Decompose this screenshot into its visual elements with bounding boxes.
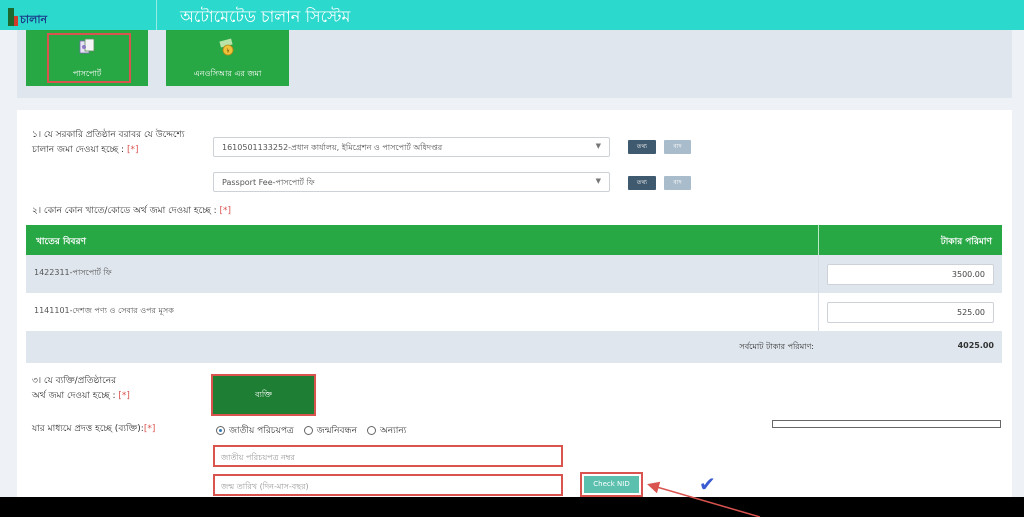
fees-table-header: খাতের বিবরণ টাকার পরিমাণ — [26, 225, 1002, 255]
row-description: 1422311-পাসপোর্ট ফি — [34, 268, 112, 277]
total-label: সর্বমোট টাকার পরিমাণ: — [739, 342, 814, 351]
tile-ncr-deposit[interactable]: ৳ এনওসিআর এর জমা — [166, 30, 289, 86]
col-header-amount: টাকার পরিমাণ — [940, 237, 992, 247]
office-info-button[interactable]: তথ্য — [628, 140, 656, 154]
empty-field[interactable] — [772, 420, 1001, 428]
date-of-birth-input[interactable]: জন্ম তারিখ (দিন-মাস-বছর) — [213, 474, 563, 496]
top-bar: চালান অটোমেটেড চালান সিস্টেম — [0, 0, 1024, 30]
office-remove-button[interactable]: বাদ — [664, 140, 691, 154]
q1-label-line2: চালান জমা দেওয়া হচ্ছে : [*] — [32, 145, 139, 155]
q1-label-line1: ১। যে সরকারি প্রতিষ্ঠান বরাবর যে উদ্দেশ্… — [32, 130, 185, 140]
required-mark: [*] — [126, 145, 139, 155]
checkmark-icon: ✔ — [699, 472, 716, 496]
q3-label-line2: অর্থ জমা দেওয়া হচ্ছে : [*] — [32, 391, 130, 401]
radio-button-selected[interactable] — [216, 426, 225, 435]
tile-ncr-label: এনওসিআর এর জমা — [193, 69, 262, 78]
required-mark: [*] — [143, 424, 156, 434]
bottom-black-bar — [0, 497, 1024, 517]
radio-nid[interactable]: জাতীয় পরিচয়পত্র — [216, 423, 294, 438]
fee-remove-button[interactable]: বাদ — [664, 176, 691, 190]
app-logo[interactable]: চালান — [8, 6, 52, 28]
chevron-down-icon: ▼ — [595, 177, 601, 185]
row-description: 1141101-দেশজ পণ্য ও সেবার ওপর মূসক — [34, 306, 174, 315]
table-row: 1141101-দেশজ পণ্য ও সেবার ওপর মূসক 525.0… — [26, 293, 1002, 331]
id-type-radio-group: জাতীয় পরিচয়পত্র জন্মনিবন্ধন অন্যান্য — [216, 423, 406, 438]
col-header-description: খাতের বিবরণ — [36, 237, 86, 247]
q1-label: ১। যে সরকারি প্রতিষ্ঠান বরাবর যে উদ্দেশ্… — [32, 128, 184, 158]
q3-label: ৩। যে ব্যক্তি/প্রতিষ্ঠানের অর্থ জমা দেওয… — [32, 374, 130, 404]
logo-accent — [14, 16, 18, 26]
required-mark: [*] — [118, 391, 130, 401]
nid-number-input[interactable]: জাতীয় পরিচয়পত্র নম্বর — [213, 445, 563, 467]
total-row: সর্বমোট টাকার পরিমাণ: 4025.00 — [26, 331, 1002, 363]
col-divider — [818, 225, 819, 255]
fee-select[interactable]: Passport Fee-পাসপোর্ট ফি ▼ — [213, 172, 610, 192]
total-value: 4025.00 — [957, 341, 994, 350]
page-title: অটোমেটেড চালান সিস্টেম — [180, 7, 351, 26]
office-select[interactable]: 1610501133252-প্রধান কার্যালয়, ইমিগ্রেশ… — [213, 137, 610, 157]
tile-passport-label: পাসপোর্ট — [72, 69, 102, 78]
radio-birth-reg-label: জন্মনিবন্ধন — [316, 426, 357, 436]
check-nid-button[interactable]: Check NID — [580, 472, 643, 497]
check-nid-label: Check NID — [584, 476, 639, 493]
required-mark: [*] — [219, 206, 232, 216]
tile-passport[interactable]: পাসপোর্ট — [26, 30, 148, 86]
money-icon: ৳ — [218, 38, 233, 56]
via-label: যার মাধ্যমে প্রদত্ত হচ্ছে (ব্যক্তি):[*] — [32, 424, 156, 434]
col-divider — [818, 255, 819, 293]
logo-text: চালান — [20, 13, 48, 26]
chevron-down-icon: ▼ — [595, 142, 601, 150]
radio-button[interactable] — [367, 426, 376, 435]
header-divider — [156, 0, 157, 30]
q3-label-line1: ৩। যে ব্যক্তি/প্রতিষ্ঠানের — [32, 376, 117, 386]
col-divider — [818, 293, 819, 331]
radio-other-label: অন্যান্য — [380, 426, 407, 436]
q2-label: ২। কোন কোন খাতে/কোডে অর্থ জমা দেওয়া হচ্… — [32, 206, 232, 216]
svg-text:৳: ৳ — [226, 48, 229, 55]
office-select-value: 1610501133252-প্রধান কার্যালয়, ইমিগ্রেশ… — [222, 143, 443, 152]
person-type-button[interactable]: ব্যক্তি — [211, 374, 316, 416]
fee-select-value: Passport Fee-পাসপোর্ট ফি — [222, 178, 315, 187]
passport-icon — [79, 38, 95, 54]
fee-info-button[interactable]: তথ্য — [628, 176, 656, 190]
amount-field[interactable]: 3500.00 — [827, 264, 994, 285]
radio-button[interactable] — [303, 426, 313, 435]
amount-field[interactable]: 525.00 — [827, 302, 994, 323]
radio-nid-label: জাতীয় পরিচয়পত্র — [229, 426, 294, 436]
radio-other[interactable]: অন্যান্য — [367, 423, 406, 438]
radio-birth-reg[interactable]: জন্মনিবন্ধন — [303, 423, 357, 438]
table-row: 1422311-পাসপোর্ট ফি 3500.00 — [26, 255, 1002, 293]
